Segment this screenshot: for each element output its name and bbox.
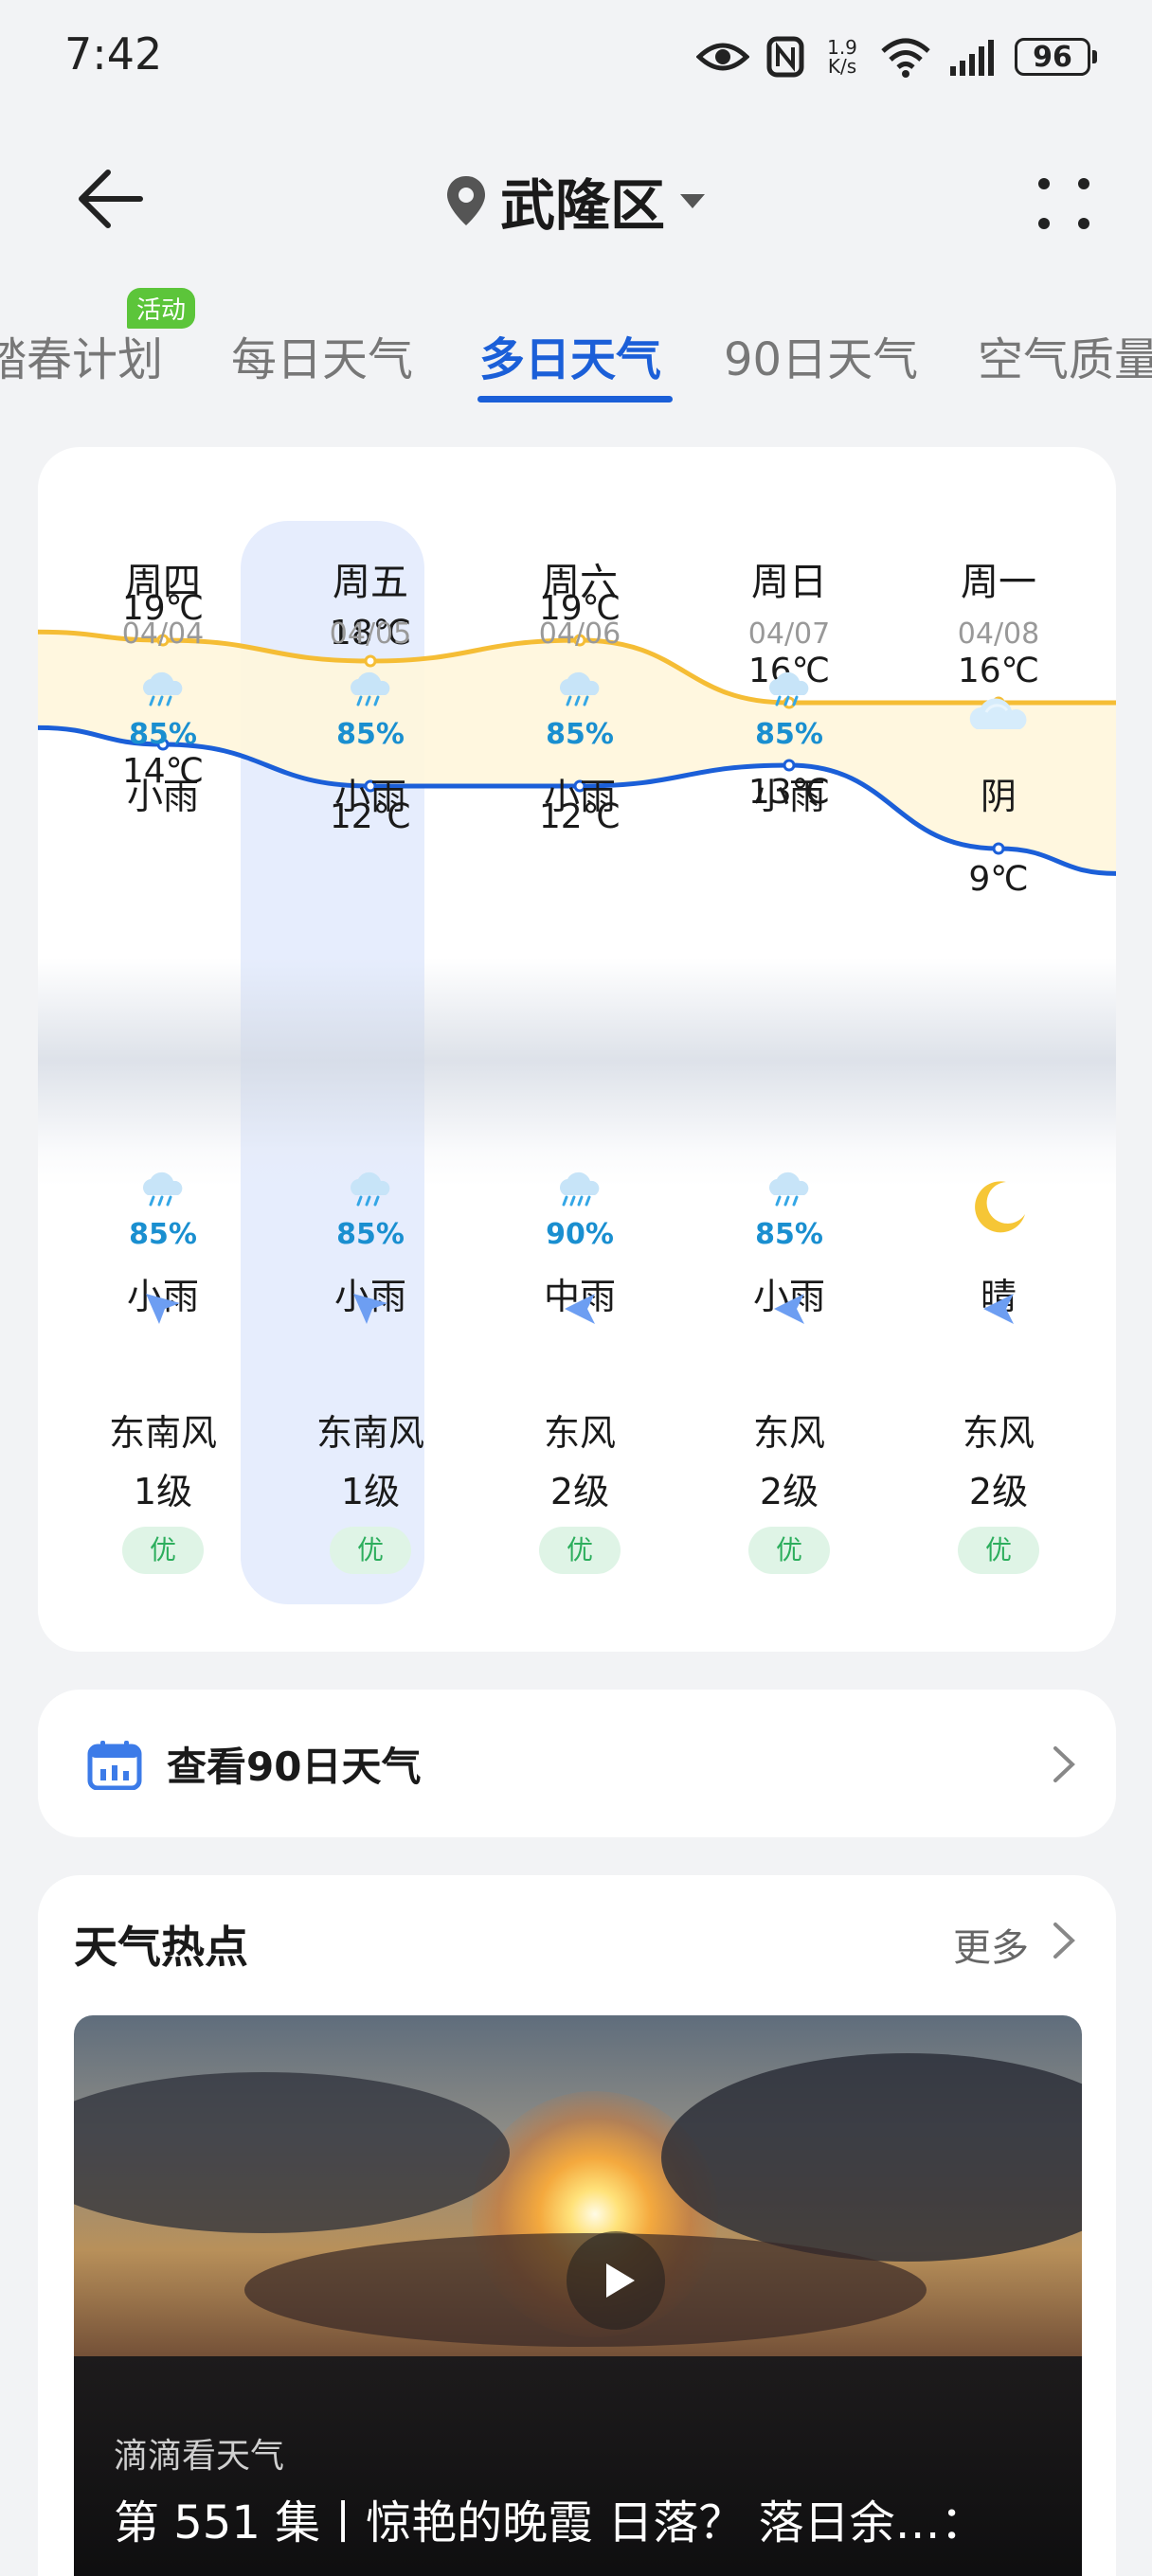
air-quality-badge: 优 [748,1527,830,1574]
day-name: 周五 [333,561,408,604]
day-name: 周四 [125,561,201,604]
low-temp-label: 9℃ [968,860,1028,899]
more-link[interactable]: 更多 [953,1917,1029,1972]
wind-direction: 东风 [543,1412,616,1454]
tab-daily-weather[interactable]: 每日天气 [231,322,413,388]
view-90-day-row[interactable]: 查看90日天气 [38,1690,1116,1837]
more-options-icon[interactable] [1031,170,1097,237]
wind-direction-icon [685,1290,893,1328]
day-date: 04/04 [121,617,205,651]
wind-direction-icon [59,1290,267,1328]
air-quality-badge: 优 [330,1527,411,1574]
day-weather-text: 阴 [980,776,1017,817]
wind-level: 2级 [759,1471,819,1512]
day-date: 04/07 [747,617,831,651]
view-90-day-label: 查看90日天气 [167,1744,422,1790]
wind-level: 2级 [968,1471,1029,1512]
calendar-icon [87,1741,142,1790]
air-quality-badge: 优 [539,1527,621,1574]
wind-level: 2级 [549,1471,610,1512]
wind-level: 1级 [133,1471,193,1512]
tab-air-quality[interactable]: 空气质量 [978,322,1152,388]
activity-badge: 活动 [127,288,196,329]
day-weather-text: 小雨 [752,776,825,817]
low-temp-point [992,842,1005,855]
wind-direction: 东南风 [315,1412,424,1454]
night-precip-chance: 90% [546,1218,614,1251]
light-rain-icon [476,669,684,710]
wind-level: 1级 [340,1471,401,1512]
play-icon [606,2263,635,2298]
day-name: 周一 [961,561,1036,604]
nfc-icon [766,36,804,78]
light-rain-icon [59,1169,267,1210]
light-rain-icon [685,1169,893,1210]
active-tab-indicator [477,396,673,402]
day-precip-chance: 85% [129,718,197,751]
hot-section-title: 天气热点 [74,1922,248,1973]
day-name: 周六 [542,561,618,604]
play-button[interactable] [567,2231,665,2330]
light-rain-icon [59,669,267,710]
day-weather-text: 小雨 [333,776,406,817]
battery-indicator: 96 [1015,38,1097,76]
day-precip-chance: 85% [755,718,823,751]
wind-direction: 东南风 [108,1412,217,1454]
light-rain-icon [266,1169,475,1210]
tab-bar: 踏春计划 活动 每日天气 多日天气 90日天气 空气质量 [0,284,1152,407]
eye-icon [696,43,749,71]
day-date: 04/06 [538,617,621,651]
chevron-down-icon [680,194,705,208]
day-precip-chance: 85% [546,718,614,751]
forecast-card: 19℃ 18℃ 19℃ 16℃ 16℃ 14℃ 12℃ 12℃ 13℃ 9℃ 周四 04/04 8… [38,447,1116,1652]
night-precip-chance: 85% [755,1218,823,1251]
night-precip-chance: 85% [129,1218,197,1251]
wind-direction-icon [266,1290,475,1328]
light-rain-icon [266,669,475,710]
air-quality-badge: 优 [958,1527,1039,1574]
overcast-icon [894,691,1103,735]
video-title: 第 551 集丨惊艳的晚霞 日落？ 落日余…： [114,2496,986,2549]
day-weather-text: 小雨 [126,776,199,817]
location-pin-icon [446,176,485,225]
wind-direction-icon [894,1290,1103,1328]
night-precip-chance: 85% [336,1218,405,1251]
day-date: 04/08 [957,617,1040,651]
status-icons: 1.9 K/s 96 [696,27,1097,87]
tab-spring-plan[interactable]: 踏春计划 [0,322,163,388]
day-precip-chance: 85% [336,718,405,751]
day-weather-text: 小雨 [543,776,616,817]
status-time: 7:42 [64,28,163,80]
tab-90-day-weather[interactable]: 90日天气 [724,322,918,388]
clear-night-icon [894,1176,1103,1237]
battery-level: 96 [1015,38,1090,76]
high-temp-point [364,654,377,668]
air-quality-badge: 优 [122,1527,204,1574]
weather-hot-card: 天气热点 更多 滴滴看天气 第 551 集丨惊艳的晚霞 日落？ 落日余…： [38,1875,1116,2576]
net-speed: 1.9 K/s [827,36,857,78]
high-temp-label: 16℃ [958,652,1039,690]
tab-multi-day-weather[interactable]: 多日天气 [479,322,661,388]
chevron-right-icon[interactable] [1052,1921,1076,1960]
wind-direction: 东风 [752,1412,825,1454]
video-thumbnail[interactable]: 滴滴看天气 第 551 集丨惊艳的晚霞 日落？ 落日余…： [74,2015,1082,2576]
video-source: 滴滴看天气 [114,2437,285,2476]
wind-direction: 东风 [962,1412,1035,1454]
wind-direction-icon [476,1290,684,1328]
wifi-icon [881,38,930,78]
day-date: 04/05 [329,617,412,651]
location-name: 武隆区 [499,173,665,238]
chevron-right-icon [1053,1746,1075,1782]
day-name: 周日 [751,561,827,604]
light-rain-icon [685,669,893,710]
location-selector[interactable]: 武隆区 [0,161,1152,241]
signal-icon [950,40,994,76]
moderate-rain-icon [476,1169,684,1210]
